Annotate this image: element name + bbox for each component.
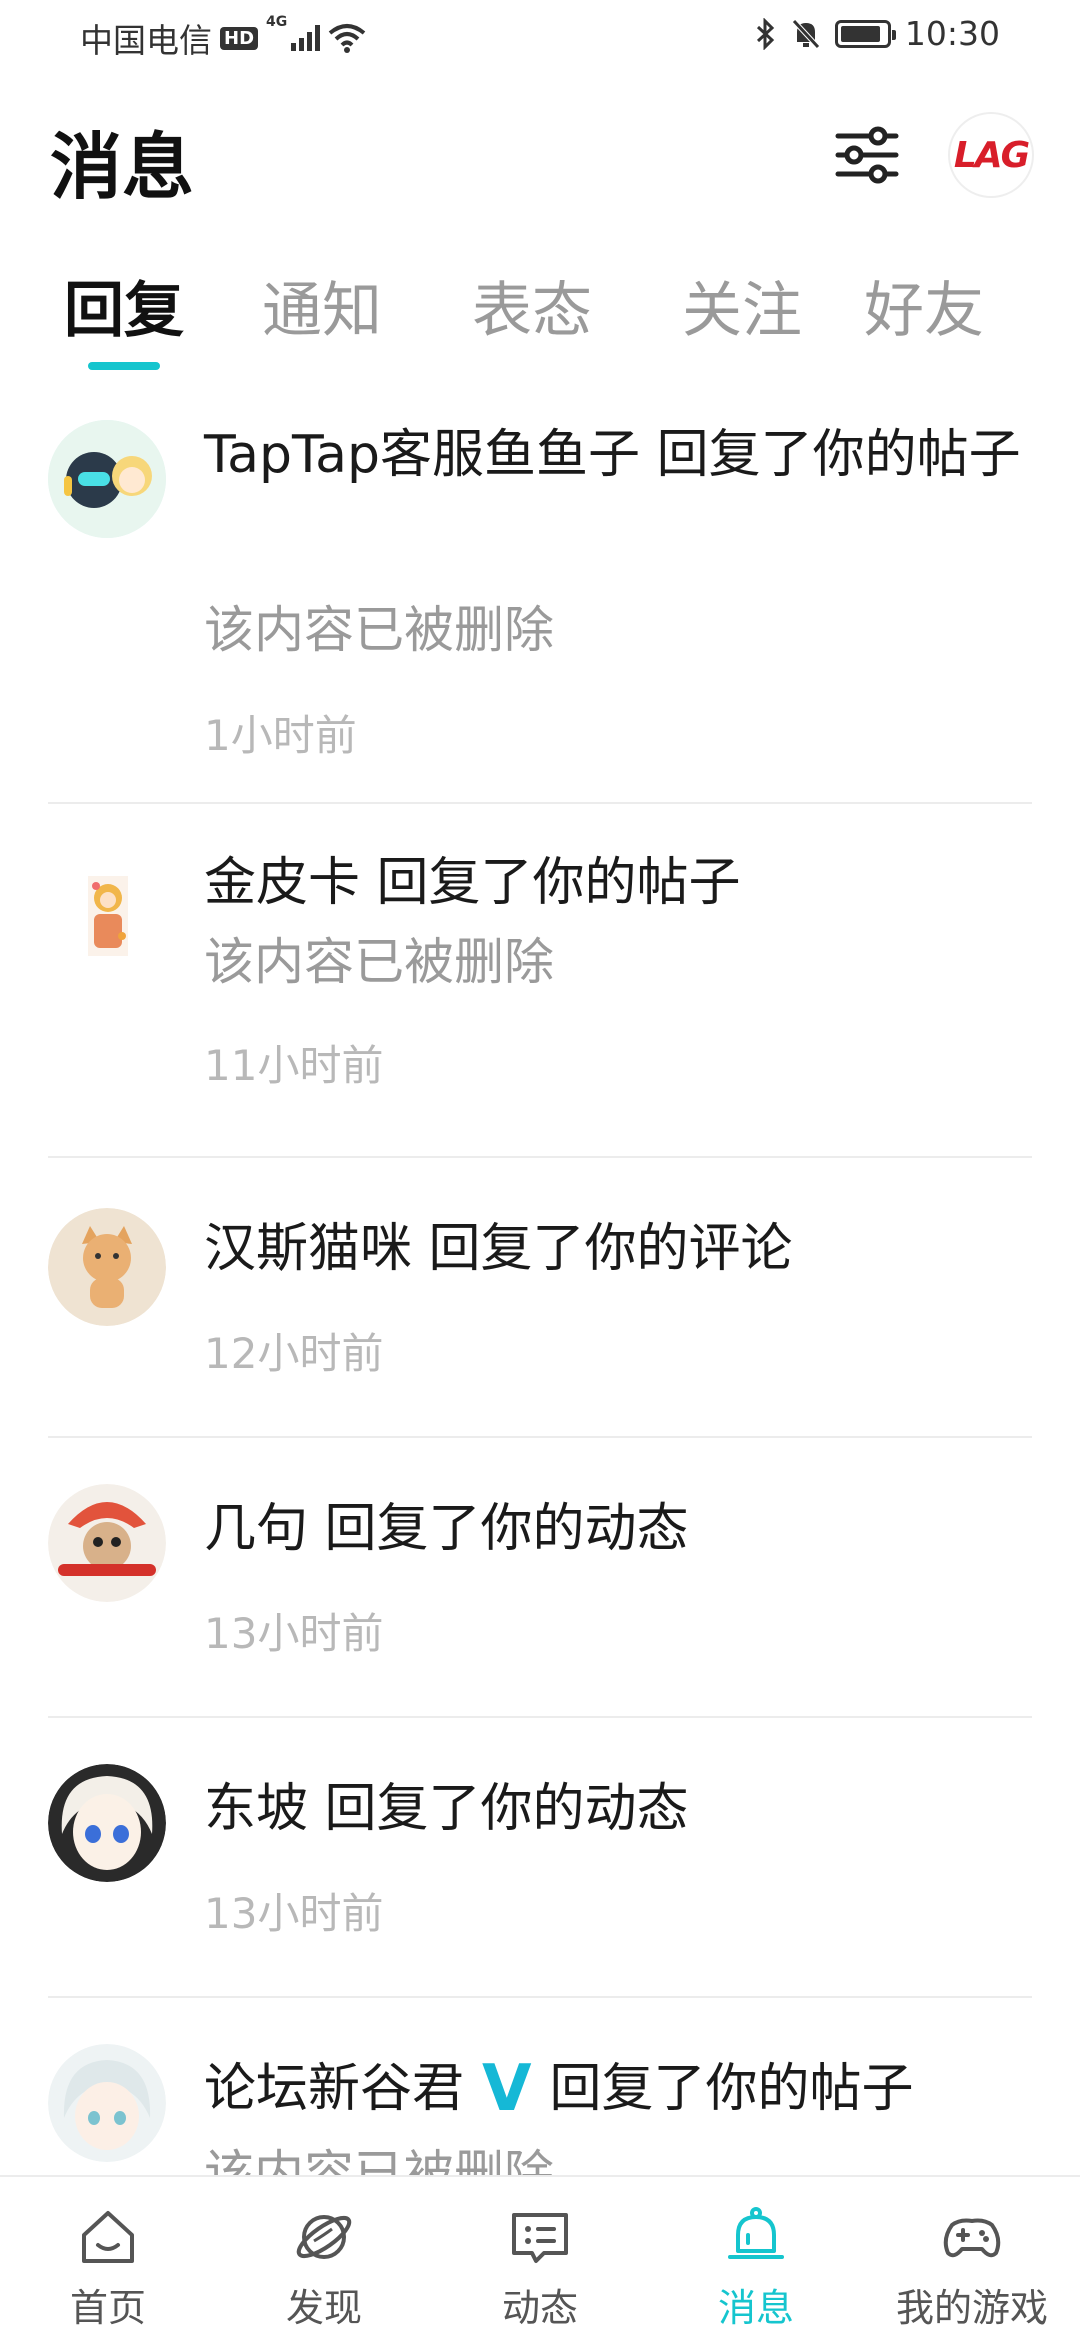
home-icon (82, 2211, 134, 2263)
tab-friends[interactable]: 好友 (864, 262, 984, 349)
nav-label: 我的游戏 (895, 2286, 1048, 2330)
nav-feed[interactable]: 动态 (432, 2177, 648, 2340)
tab-bar: 回复 通知 表态 关注 好友 (0, 262, 1080, 372)
tab-follows[interactable]: 关注 (682, 262, 802, 349)
hd-badge: HD (220, 26, 259, 50)
tab-reply[interactable]: 回复 (64, 262, 184, 349)
sliders-icon (835, 126, 899, 184)
avatar[interactable] (48, 420, 166, 538)
gamepad-icon (943, 2218, 1001, 2258)
nav-label: 消息 (717, 2286, 794, 2330)
avatar[interactable] (48, 2044, 166, 2162)
list-item[interactable]: 东坡 回复了你的动态 13小时前 (48, 1718, 1032, 1998)
page-title: 消息 (50, 125, 195, 209)
bell-icon (728, 2207, 784, 2259)
nav-messages[interactable]: 消息 (648, 2177, 864, 2340)
message-time: 12小时前 (204, 1329, 384, 1378)
tab-notifications[interactable]: 通知 (262, 262, 382, 349)
list-item[interactable]: 金皮卡 回复了你的帖子 该内容已被删除 11小时前 (48, 804, 1032, 1158)
active-tab-indicator (88, 362, 160, 370)
planet-icon (296, 2215, 352, 2259)
message-title: 汉斯猫咪 回复了你的评论 (204, 1219, 793, 1279)
network-type: 4G (266, 14, 288, 30)
bottom-nav: 首页 发现 动态 消息 我的游戏 (0, 2175, 1080, 2340)
message-title: 东坡 回复了你的动态 (204, 1779, 689, 1839)
nav-label: 首页 (69, 2286, 146, 2330)
signal-icon (291, 25, 321, 51)
clock: 10:30 (904, 14, 1000, 53)
avatar[interactable] (48, 1484, 166, 1602)
carrier-name: 中国电信 (80, 21, 212, 60)
status-bar: 中国电信 HD 4G 10:30 (0, 0, 1080, 75)
header: 消息 LAG (0, 100, 1080, 220)
nav-label: 发现 (285, 2286, 362, 2330)
tab-reactions[interactable]: 表态 (472, 262, 592, 349)
list-item[interactable]: 几句 回复了你的动态 13小时前 (48, 1438, 1032, 1718)
message-body: 该内容已被删除 (204, 933, 554, 991)
message-action: 回复了你的帖子 (549, 2059, 914, 2119)
message-title: TapTap客服鱼鱼子 回复了你的帖子 (204, 425, 1021, 485)
nav-label: 动态 (501, 2286, 578, 2330)
profile-avatar[interactable]: LAG (948, 112, 1034, 198)
nav-discover[interactable]: 发现 (216, 2177, 432, 2340)
message-title: 论坛新谷君 V 回复了你的帖子 (204, 2052, 1044, 2126)
list-item[interactable]: 汉斯猫咪 回复了你的评论 12小时前 (48, 1158, 1032, 1438)
message-body: 该内容已被删除 (204, 601, 554, 659)
message-list: TapTap客服鱼鱼子 回复了你的帖子 该内容已被删除 1小时前 金皮卡 回复了… (0, 400, 1080, 2175)
verified-badge-icon: V (482, 2052, 532, 2126)
message-title: 几句 回复了你的动态 (204, 1499, 689, 1559)
filter-button[interactable] (832, 120, 902, 190)
message-time: 11小时前 (204, 1041, 384, 1090)
message-time: 1小时前 (204, 711, 357, 760)
sender-name: 论坛新谷君 (204, 2059, 465, 2119)
bluetooth-icon (756, 17, 775, 50)
lag-logo: LAG (953, 134, 1030, 176)
message-time: 13小时前 (204, 1889, 384, 1938)
mute-bell-icon (792, 18, 820, 49)
wifi-icon (328, 24, 366, 53)
avatar[interactable] (48, 1208, 166, 1326)
message-body: 该内容已被删除 (204, 2145, 554, 2175)
status-left: 中国电信 HD 4G (80, 14, 366, 62)
status-right: 10:30 (755, 14, 1000, 53)
nav-home[interactable]: 首页 (0, 2177, 216, 2340)
avatar[interactable] (58, 866, 158, 966)
list-item[interactable]: 论坛新谷君 V 回复了你的帖子 该内容已被删除 (48, 1998, 1032, 2175)
avatar[interactable] (48, 1764, 166, 1882)
message-time: 13小时前 (204, 1609, 384, 1658)
battery-icon (834, 19, 896, 48)
list-item[interactable]: TapTap客服鱼鱼子 回复了你的帖子 该内容已被删除 1小时前 (48, 400, 1032, 804)
nav-my-games[interactable]: 我的游戏 (864, 2177, 1080, 2340)
message-title: 金皮卡 回复了你的帖子 (204, 853, 741, 913)
message-card-icon (512, 2213, 568, 2263)
